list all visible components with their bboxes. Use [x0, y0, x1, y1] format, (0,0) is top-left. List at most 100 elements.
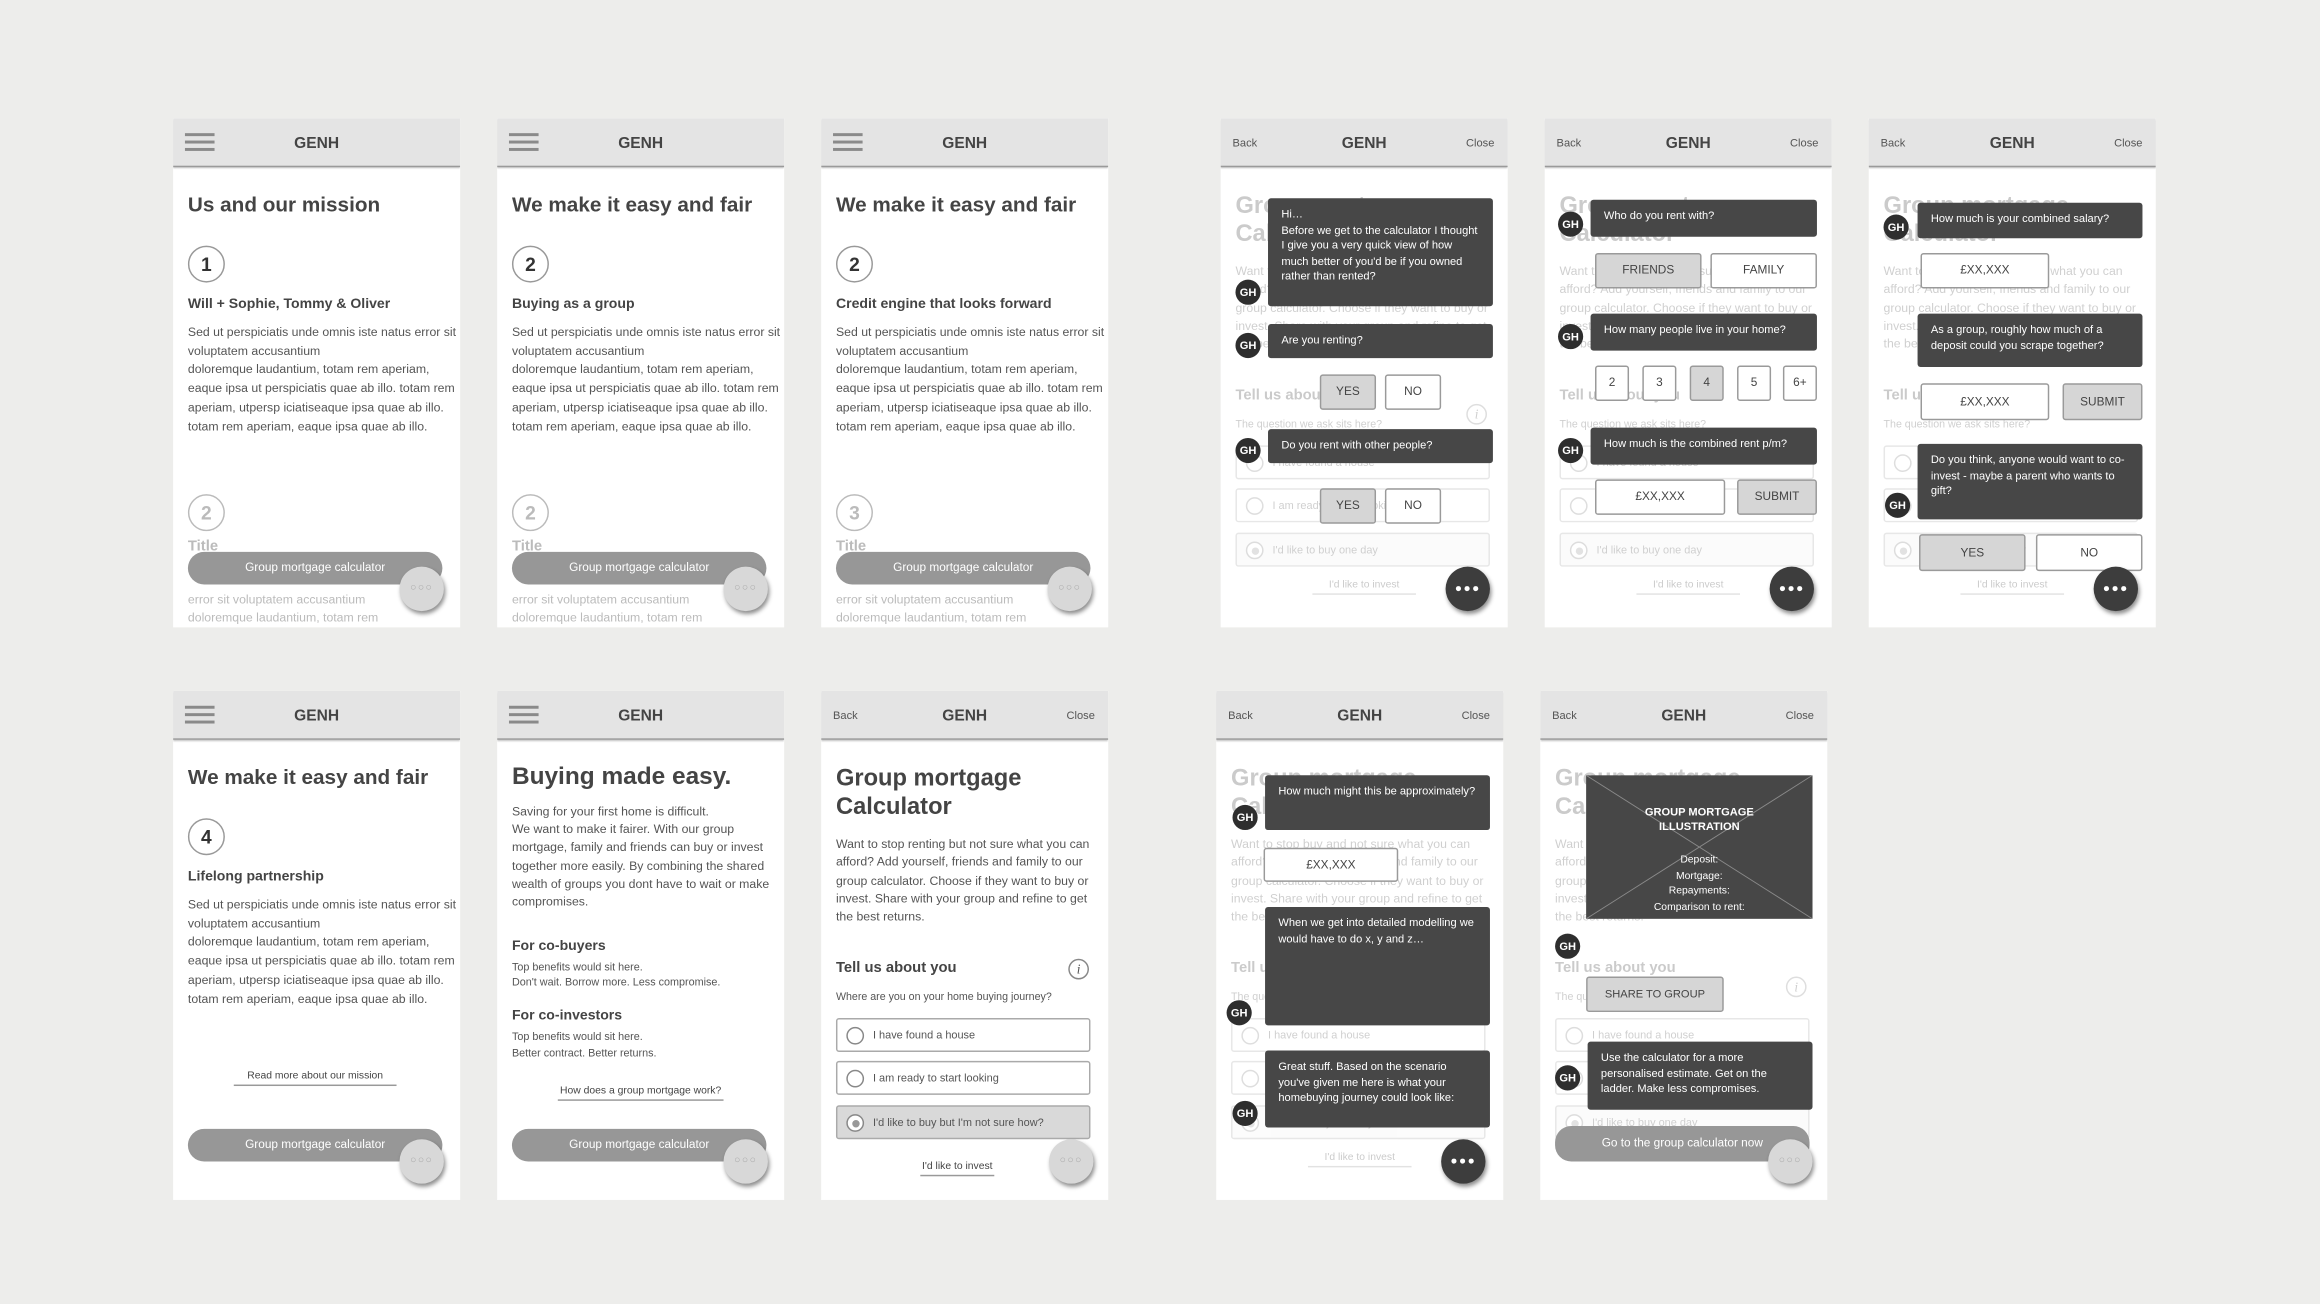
count-button[interactable]: 2: [1595, 365, 1630, 401]
step-number: 2: [511, 245, 549, 283]
bot-avatar: GH: [1235, 332, 1261, 359]
close-button[interactable]: Close: [1466, 136, 1494, 149]
step-heading: Buying as a group: [511, 295, 635, 313]
bot-avatar: GH: [1235, 437, 1261, 464]
app-header: GENH: [173, 118, 461, 168]
chat-fab-button[interactable]: ○○○: [1047, 566, 1092, 612]
no-button[interactable]: NO: [1384, 488, 1442, 524]
illustration-title: GROUP MORTGAGE ILLUSTRATION: [1644, 804, 1754, 834]
price-input[interactable]: £XX,XXX: [1263, 847, 1399, 882]
count-button[interactable]: 5: [1737, 365, 1772, 401]
screen-chat-estimate: Group mortgage Calculator Want to stop b…: [1216, 690, 1504, 1200]
chat-bubble: When we get into detailed modelling we w…: [1265, 906, 1490, 1026]
brand-logo: GENH: [618, 134, 664, 153]
option-found-house[interactable]: I have found a house: [835, 1017, 1091, 1052]
faded-invest-link: I'd like to invest: [1307, 1153, 1412, 1168]
count-button[interactable]: 3: [1642, 365, 1677, 401]
no-button[interactable]: NO: [2035, 534, 2143, 572]
close-button[interactable]: Close: [1067, 709, 1095, 722]
chat-fab-button[interactable]: ○○○: [723, 1139, 768, 1184]
chat-bubble: Great stuff. Based on the scenario you'v…: [1265, 1050, 1490, 1128]
screen-chat-renting: Group mortgage Calculator Want to stop b…: [1220, 118, 1508, 628]
app-header: Back GENH Close: [1220, 118, 1508, 168]
app-header: GENH: [497, 118, 785, 168]
bot-avatar: GH: [1885, 492, 1911, 518]
chat-bubble: Who do you rent with?: [1590, 199, 1817, 237]
close-button[interactable]: Close: [1790, 136, 1818, 149]
intro-text: Saving for your first home is difficult.…: [511, 803, 770, 909]
brand-logo: GENH: [1665, 134, 1711, 153]
faded-option: I'd like to buy one day: [1559, 532, 1814, 567]
family-button[interactable]: FAMILY: [1710, 253, 1817, 289]
option-ready-to-look[interactable]: I am ready to start looking: [835, 1060, 1091, 1095]
rent-amount-input[interactable]: £XX,XXX: [1595, 479, 1726, 515]
bot-avatar: GH: [1558, 211, 1584, 237]
deposit-input[interactable]: £XX,XXX: [1920, 383, 2050, 421]
bot-avatar: GH: [1555, 933, 1581, 959]
chat-fab-button[interactable]: ●●●: [2093, 566, 2139, 612]
next-step-number: 3: [835, 494, 873, 532]
step-body: Sed ut perspiciatis unde omnis iste natu…: [187, 896, 457, 1006]
intro-text: Want to stop renting but not sure what y…: [835, 835, 1090, 924]
chat-fab-button[interactable]: ●●●: [1445, 566, 1490, 612]
faded-section: Tell us about you: [1555, 960, 1676, 977]
close-button[interactable]: Close: [1462, 709, 1490, 722]
brand-logo: GENH: [1661, 707, 1707, 726]
wireframe-board: GENH Us and our mission 1 Will + Sophie,…: [0, 0, 2320, 1304]
next-step-body: error sit voluptatem accusantium dolorem…: [511, 591, 703, 625]
next-step-body: error sit voluptatem accusantium dolorem…: [835, 591, 1027, 625]
screen-buying-made-easy: GENH Buying made easy. Saving for your f…: [497, 690, 785, 1200]
yes-button[interactable]: YES: [1319, 374, 1377, 410]
invest-link[interactable]: I'd like to invest: [920, 1161, 995, 1177]
close-button[interactable]: Close: [1786, 709, 1814, 722]
app-header: GENH: [173, 690, 461, 740]
info-icon[interactable]: i: [1068, 958, 1089, 980]
page-title: Us and our mission: [187, 192, 381, 217]
app-header: Back GENH Close: [1868, 118, 2156, 168]
faded-calculator-background: Group mortgage Calculator Want to stop b…: [1540, 691, 1827, 1200]
chat-bubble: Use the calculator for a more personalis…: [1587, 1041, 1813, 1110]
step-body: Sed ut perspiciatis unde omnis iste natu…: [187, 324, 457, 433]
screen-chat-household: Group mortgage Calculator Want to stop b…: [1544, 118, 1832, 628]
bot-avatar: GH: [1558, 437, 1584, 464]
chat-fab-button[interactable]: ●●●: [1441, 1139, 1486, 1184]
how-it-works-link[interactable]: How does a group mortgage work?: [557, 1086, 724, 1101]
chat-fab-button[interactable]: ○○○: [723, 566, 768, 612]
salary-input[interactable]: £XX,XXX: [1920, 253, 2050, 289]
page-title: Buying made easy.: [511, 763, 732, 791]
step-number: 2: [835, 245, 873, 283]
count-button[interactable]: 6+: [1782, 365, 1817, 401]
app-header: GENH: [497, 690, 785, 740]
chat-fab-button[interactable]: ○○○: [1049, 1139, 1094, 1184]
option-not-sure-how[interactable]: I'd like to buy but I'm not sure how?: [835, 1105, 1091, 1140]
yes-button[interactable]: YES: [1919, 534, 2026, 572]
step-heading: Credit engine that looks forward: [835, 295, 1052, 313]
next-step-number: 2: [511, 494, 549, 532]
brand-logo: GENH: [1337, 707, 1383, 726]
count-button-selected[interactable]: 4: [1689, 365, 1724, 401]
close-button[interactable]: Close: [2114, 136, 2142, 149]
read-more-link[interactable]: Read more about our mission: [233, 1071, 397, 1087]
chat-fab-button[interactable]: ○○○: [399, 566, 444, 612]
info-icon: i: [1466, 403, 1487, 425]
submit-button[interactable]: SUBMIT: [2062, 383, 2143, 421]
friends-button[interactable]: FRIENDS: [1595, 253, 1702, 289]
chat-bubble: How much is your combined salary?: [1917, 202, 2143, 239]
radio-icon: [846, 1069, 865, 1088]
bot-avatar: GH: [1232, 1100, 1258, 1126]
submit-button[interactable]: SUBMIT: [1737, 479, 1817, 515]
chat-bubble: Hi… Before we get to the calculator I th…: [1268, 198, 1493, 307]
screen-mission-3: GENH We make it easy and fair 2 Credit e…: [821, 118, 1109, 628]
yes-button[interactable]: YES: [1319, 488, 1377, 524]
chat-fab-button[interactable]: ●●●: [1769, 566, 1814, 612]
chat-fab-button[interactable]: ○○○: [1768, 1139, 1813, 1184]
no-button[interactable]: NO: [1384, 374, 1442, 410]
share-to-group-button[interactable]: SHARE TO GROUP: [1586, 976, 1724, 1013]
bot-avatar: GH: [1558, 324, 1584, 350]
page-title: We make it easy and fair: [187, 764, 429, 789]
screen-mission-4: GENH We make it easy and fair 4 Lifelong…: [173, 690, 461, 1200]
step-body: Sed ut perspiciatis unde omnis iste natu…: [511, 324, 781, 433]
brand-logo: GENH: [942, 134, 988, 153]
step-body: Sed ut perspiciatis unde omnis iste natu…: [835, 324, 1105, 433]
chat-fab-button[interactable]: ○○○: [399, 1139, 444, 1184]
